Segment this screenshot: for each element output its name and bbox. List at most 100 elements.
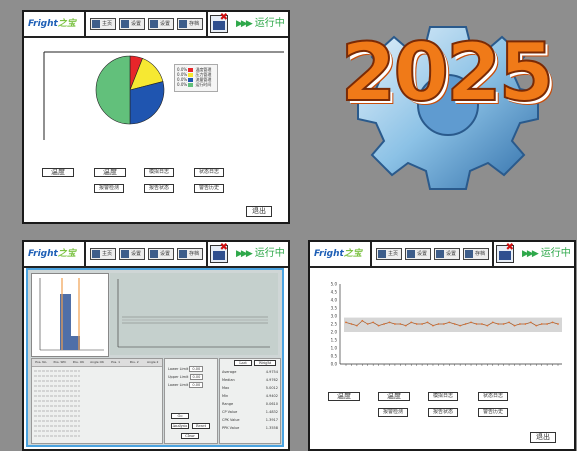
stat-value: 5.0012: [265, 386, 278, 390]
nav-settings2-button[interactable]: 设置: [148, 18, 174, 30]
analysis-button[interactable]: Analysis: [171, 423, 189, 429]
panel-header: Fright之宝 主页 设置 设置 存档 ✖ ▶▶▶ 运行中: [310, 242, 574, 268]
alarm-monitor-icon[interactable]: ✖: [210, 13, 228, 33]
stat-value: 1.4832: [265, 410, 278, 414]
stat-name: Min: [222, 394, 229, 398]
trend-point: [529, 321, 532, 324]
stat-name: CPK Value: [222, 418, 240, 422]
trend-point: [475, 323, 478, 325]
y-tick-label: 0.5: [331, 354, 338, 359]
nav-settings-button[interactable]: 设置: [119, 248, 145, 260]
year-text: 2025: [340, 26, 556, 119]
trend-point: [437, 323, 440, 325]
param-name: Lower Limit: [168, 383, 190, 387]
legend-percent: 0.0%: [177, 82, 189, 87]
trend-point: [508, 321, 510, 324]
y-tick-label: 3.0: [331, 314, 338, 319]
param-value: 0.00: [189, 382, 204, 388]
table-header: Pos. No. Pos. SPC Pos. OK Angle OK Pos. 1 Pos…: [32, 359, 162, 367]
nav-settings2-button[interactable]: 设置: [434, 248, 460, 260]
table-rows: [34, 370, 80, 437]
legend-swatch: [188, 83, 194, 87]
trend-point: [415, 323, 418, 325]
exit-button[interactable]: 退出: [246, 206, 272, 217]
nav-settings-button[interactable]: 设置: [405, 248, 431, 260]
stat-name: Max: [222, 386, 230, 390]
temp-button-2[interactable]: 温度: [94, 168, 126, 177]
y-tick-label: 4.5: [331, 290, 338, 295]
report-status-button[interactable]: 报告状态: [144, 184, 174, 193]
stat-row: CPK Value 1.3917: [222, 416, 278, 424]
trend-point: [404, 324, 407, 327]
trend-point: [519, 323, 521, 325]
run-status: ▶▶▶ 运行中: [236, 18, 285, 29]
legend-label: 运行时间: [195, 82, 212, 87]
exit-button[interactable]: 退出: [530, 432, 556, 443]
report-status-button[interactable]: 报告状态: [428, 408, 458, 417]
trend-point: [491, 321, 494, 324]
nav-home-button[interactable]: 主页: [90, 248, 116, 260]
trend-point: [524, 323, 527, 325]
stat-name: PPK Value: [222, 426, 240, 430]
nav-archive-button[interactable]: 存档: [463, 248, 489, 260]
stat-row: Max 5.0012: [222, 384, 278, 392]
alarm-check-button[interactable]: 报警检测: [94, 184, 124, 193]
stat-row: Median 4.9762: [222, 376, 278, 384]
histogram-chart: [39, 278, 104, 351]
go-button[interactable]: Go: [171, 413, 189, 419]
params-panel: Lower Limit 0.00 Upper Limit 0.00 Lower Li…: [164, 358, 218, 444]
trend-point: [470, 321, 472, 324]
nav-settings2-button[interactable]: 设置: [148, 248, 174, 260]
table-header-cell: Angle 2: [147, 360, 159, 364]
sim-log-button[interactable]: 模拟日志: [428, 392, 458, 401]
trend-point: [388, 321, 391, 324]
trend-point: [355, 324, 358, 327]
nav-home-button[interactable]: 主页: [90, 18, 116, 30]
y-tick-label: 3.5: [331, 306, 338, 311]
trend-point: [366, 323, 369, 325]
stat-value: 4.9754: [265, 370, 278, 374]
y-tick-label: 5.0: [331, 282, 338, 287]
alarm-monitor-icon[interactable]: ✖: [210, 243, 228, 263]
warning-history-button[interactable]: 警告历史: [478, 408, 508, 417]
run-status: ▶▶▶ 运行中: [522, 248, 571, 259]
stat-row: CP Value 1.4832: [222, 408, 278, 416]
legend-item: 0.0% 运行时间: [177, 82, 215, 87]
temp-button-2[interactable]: 温度: [378, 392, 410, 401]
stat-value: 1.3917: [265, 418, 278, 422]
panel-spc-overview: Fright之宝 主页 设置 设置 存档 ✖ ▶▶▶ 运行中 0.0% 温度管理 0…: [22, 10, 290, 224]
trend-point: [464, 323, 467, 325]
nav-home-button[interactable]: 主页: [376, 248, 402, 260]
tab-weight[interactable]: Weight: [254, 360, 276, 366]
sim-log-button[interactable]: 模拟日志: [144, 168, 174, 177]
temp-button-1[interactable]: 温度: [328, 392, 360, 401]
trend-point: [372, 321, 375, 324]
stat-value: 4.9762: [265, 378, 278, 382]
nav-archive-button[interactable]: 存档: [177, 18, 203, 30]
pie-slice-3: [95, 55, 131, 125]
trend-point: [448, 321, 451, 324]
status-log-button[interactable]: 状态日志: [478, 392, 508, 401]
alarm-monitor-icon[interactable]: ✖: [496, 243, 514, 263]
temp-button-1[interactable]: 温度: [42, 168, 74, 177]
trend-point: [453, 323, 456, 325]
nav-archive-button[interactable]: 存档: [177, 248, 203, 260]
trend-point: [345, 321, 347, 324]
reset-button[interactable]: Reset: [192, 423, 210, 429]
alarm-check-button[interactable]: 报警检测: [378, 408, 408, 417]
trend-point: [432, 324, 434, 327]
param-name: Upper Limit: [168, 375, 190, 379]
trend-point: [394, 323, 396, 325]
trend-point: [421, 323, 424, 325]
warning-history-button[interactable]: 警告历史: [194, 184, 224, 193]
param-value: 0.00: [189, 374, 204, 380]
stat-row: PPK Value 1.3558: [222, 424, 278, 432]
tab-last[interactable]: Last: [234, 360, 252, 366]
status-log-button[interactable]: 状态日志: [194, 168, 224, 177]
pie-legend: 0.0% 温度管理 0.0% 压力管理 0.0% 流量管理 0.0% 运行时间: [174, 64, 218, 92]
clear-button[interactable]: Clear: [181, 433, 199, 439]
control-chart-box: [110, 273, 278, 355]
nav-settings-button[interactable]: 设置: [119, 18, 145, 30]
trend-point: [459, 324, 462, 327]
stat-name: Median: [222, 378, 235, 382]
